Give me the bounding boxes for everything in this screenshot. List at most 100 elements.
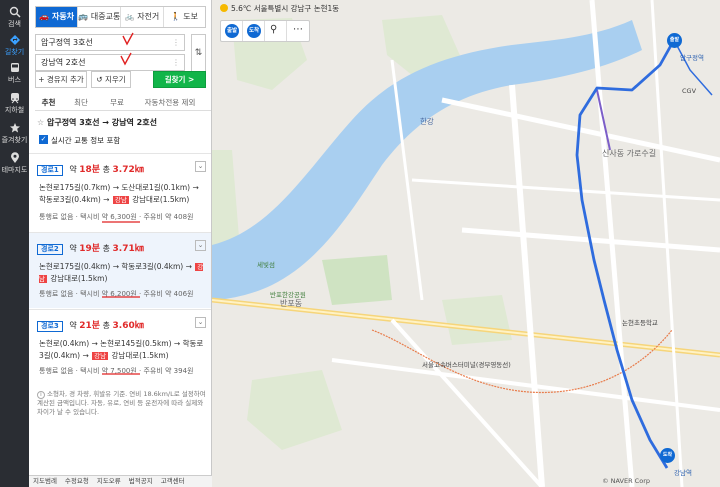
bus-icon	[10, 63, 19, 72]
nav-search[interactable]: 검색	[0, 6, 29, 29]
summary-arrow: →	[102, 118, 109, 127]
nav-theme-map[interactable]: 테마지도	[0, 152, 29, 175]
nav-bus[interactable]: 버스	[0, 62, 29, 85]
route-summary: ☆ 압구정역 3호선 → 강남역 2호선	[37, 117, 157, 128]
live-traffic-checkbox[interactable]: ✓	[39, 135, 48, 144]
map-label-park: 반포한강공원	[270, 291, 306, 299]
nav-label: 즐겨찾기	[1, 136, 28, 144]
map-label-gangnam: 강남역	[674, 469, 692, 477]
search-route-button[interactable]: 길찾기 >	[153, 71, 206, 88]
underline-mark	[102, 373, 140, 375]
route-tag: 경로2	[37, 244, 63, 255]
chevron-down-icon[interactable]: ⌄	[195, 161, 206, 172]
search-icon	[9, 6, 21, 18]
clear-button[interactable]: ↺ 지우기	[91, 71, 131, 88]
option-no-motorway[interactable]: 자동차전용 제외	[134, 96, 206, 110]
tab-car[interactable]: 🚗 자동차	[36, 7, 79, 27]
start-value: 압구정역 3호선	[41, 38, 93, 47]
footer-report[interactable]: 수정요청	[61, 476, 93, 487]
left-nav: 검색 길찾기 버스 지하철 즐겨찾기 테마지도	[0, 0, 29, 487]
star-icon	[9, 123, 20, 133]
nav-label: 버스	[8, 76, 21, 84]
end-pin-label: 도착	[248, 28, 260, 34]
drag-handle-icon[interactable]: ⋮	[172, 35, 180, 50]
directions-icon	[9, 35, 20, 45]
nav-label: 지하철	[4, 106, 25, 114]
tab-label: 자전거	[137, 12, 160, 21]
weather-text: 5.6℃ 서울특별시 강남구 논현1동	[231, 4, 340, 13]
start-marker[interactable]: 출발	[667, 33, 682, 48]
toilet-button[interactable]: ⚲	[265, 21, 287, 41]
route-distance: 3.60㎞	[112, 321, 144, 331]
nav-favorites[interactable]: 즐겨찾기	[0, 122, 29, 145]
toilet-icon: ⚲	[270, 24, 278, 35]
sun-icon	[220, 4, 228, 12]
tab-bicycle[interactable]: 🚲 자전거	[121, 7, 164, 27]
goal-input[interactable]: 강남역 2호선 ⋮	[35, 54, 185, 71]
footer-error[interactable]: 지도오류	[93, 476, 125, 487]
route-path: 논현로175길(0.7km) → 도산대로1길(0.1km) → 학동로3길(0…	[39, 182, 204, 206]
option-shortest[interactable]: 최단	[62, 96, 100, 110]
route-distance: 3.72㎞	[112, 165, 144, 175]
start-input[interactable]: 압구정역 3호선 ⋮	[35, 34, 185, 51]
chevron-down-icon[interactable]: ⌄	[195, 240, 206, 251]
route-header: 경로2 약 19분 총 3.71㎞	[37, 241, 144, 255]
approx-label: 약	[69, 165, 77, 174]
start-marker-button[interactable]: 출발	[221, 21, 243, 41]
path-text: 강남대로(1.5km)	[111, 351, 169, 360]
start-pin-label: 출발	[226, 28, 238, 34]
summary-from: 압구정역 3호선	[46, 118, 100, 127]
more-button[interactable]: ⋯	[287, 21, 309, 41]
nav-directions[interactable]: 길찾기	[0, 34, 29, 57]
path-text: 강남대로(1.5km)	[132, 195, 190, 204]
directions-panel: 🚗 자동차 🚌 대중교통 🚲 자전거 🚶 도보 압구정역 3호선 ⋮ 강남역 2…	[29, 0, 212, 487]
option-free[interactable]: 무료	[100, 96, 134, 110]
copyright: © NAVER Corp	[602, 477, 650, 485]
pin-icon	[10, 152, 19, 163]
path-text: 논현로175길(0.4km) → 학동로3길(0.4km) →	[39, 262, 192, 271]
route-tag: 경로3	[37, 321, 63, 332]
chevron-down-icon[interactable]: ⌄	[195, 317, 206, 328]
info-icon: i	[37, 391, 45, 399]
summary-to: 강남역 2호선	[111, 118, 157, 127]
total-label: 총	[102, 165, 110, 174]
option-recommended[interactable]: 추천	[35, 96, 62, 110]
nav-label: 테마지도	[1, 166, 28, 174]
end-marker-button[interactable]: 도착	[243, 21, 265, 41]
road-badge: 강남	[92, 352, 109, 360]
underline-mark	[102, 221, 140, 223]
path-text: 강남대로(1.5km)	[50, 274, 108, 283]
footer-legal[interactable]: 법적공지	[125, 476, 157, 487]
route-tag: 경로1	[37, 165, 63, 176]
drag-handle-icon[interactable]: ⋮	[172, 55, 180, 70]
end-marker-label: 도착	[662, 452, 673, 458]
nav-subway[interactable]: 지하철	[0, 92, 29, 115]
map-label-nonhyeon: 논현초등학교	[622, 319, 658, 327]
tab-transit[interactable]: 🚌 대중교통	[78, 7, 122, 27]
footer-support[interactable]: 고객센터	[157, 476, 189, 487]
route-distance: 3.71㎞	[112, 244, 144, 254]
map-label-apgujeong: 압구정역	[680, 54, 704, 62]
map-label-banpo: 반포동	[280, 299, 303, 308]
checkmark-icon	[122, 32, 134, 46]
route-header: 경로3 약 21분 총 3.60㎞	[37, 318, 144, 332]
subway-icon	[10, 93, 19, 104]
map-toolbar: 출발 도착 ⚲ ⋯	[220, 20, 310, 42]
map-label-cgv: CGV	[682, 87, 697, 95]
end-marker[interactable]: 도착	[660, 448, 675, 463]
live-traffic-label: 실시간 교통 정보 포함	[51, 136, 121, 145]
add-waypoint-button[interactable]: + 경유지 추가	[35, 71, 87, 88]
nav-label: 길찾기	[4, 48, 25, 56]
weather-bar: 5.6℃ 서울특별시 강남구 논현1동	[220, 3, 339, 14]
map-base	[212, 0, 720, 487]
map-canvas[interactable]: 5.6℃ 서울특별시 강남구 논현1동 출발 도착 ⚲ ⋯ 출발 도착 한강 세…	[212, 0, 720, 487]
tab-label: 도보	[183, 12, 198, 21]
star-icon[interactable]: ☆	[37, 118, 44, 127]
route-time: 21분	[79, 321, 101, 331]
footer-legend[interactable]: 지도범례	[29, 476, 61, 487]
map-label-river: 한강	[420, 117, 434, 126]
goal-value: 강남역 2호선	[41, 58, 86, 67]
tab-walk[interactable]: 🚶 도보	[164, 7, 205, 27]
swap-button[interactable]: ⇅	[191, 34, 206, 72]
route-time: 19분	[79, 244, 101, 254]
